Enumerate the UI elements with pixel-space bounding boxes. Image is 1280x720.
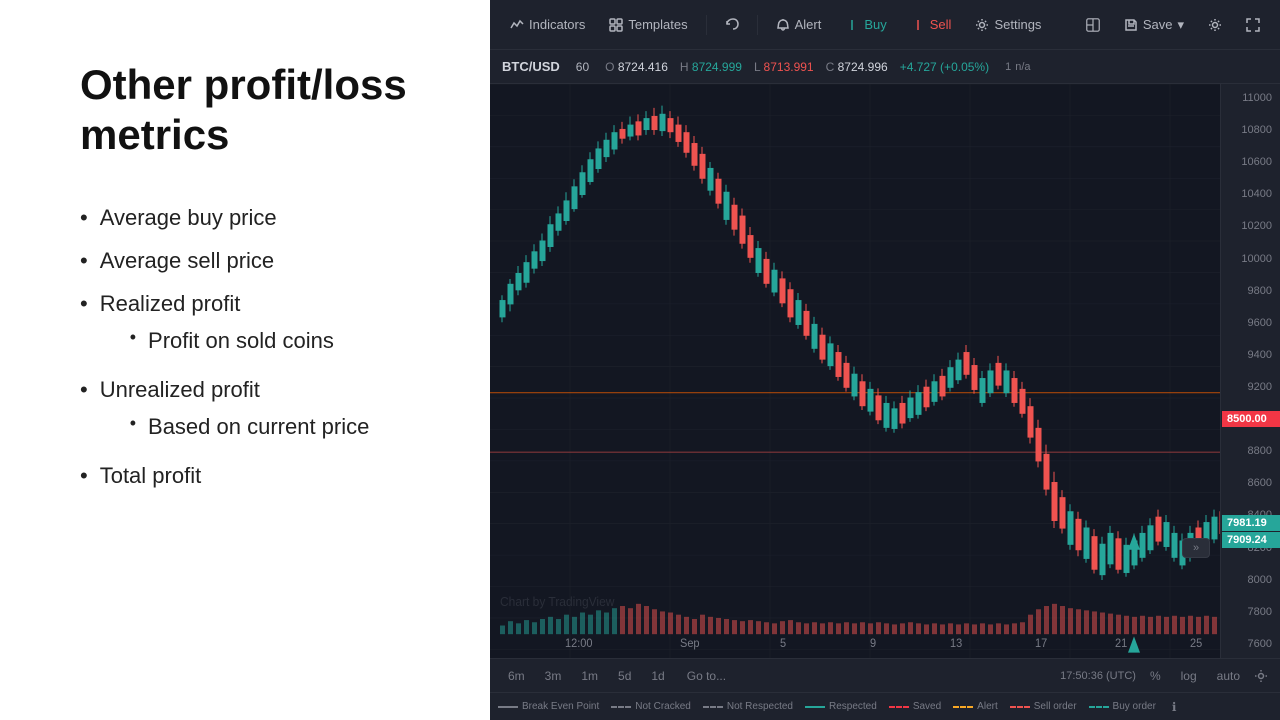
chart-svg: Chart by TradingView 12:00 Sep 5 9 13 17… xyxy=(490,84,1280,658)
y-axis: 11000 10800 10600 10400 10200 10000 9800… xyxy=(1220,84,1280,658)
list-item-realized: Realized profit Profit on sold coins xyxy=(80,287,440,363)
symbol-pair[interactable]: BTC/USD xyxy=(502,59,560,74)
symbol-bar: BTC/USD 60 O 8724.416 H 8724.999 L 8713.… xyxy=(490,50,1280,84)
timeframe-5d[interactable]: 5d xyxy=(612,667,637,685)
buy-button[interactable]: Buy xyxy=(835,11,896,38)
indicators-button[interactable]: Indicators xyxy=(500,11,595,38)
svg-text:Chart by TradingView: Chart by TradingView xyxy=(500,595,615,610)
svg-text:12:00: 12:00 xyxy=(565,638,593,650)
legend-line-sell-order xyxy=(1010,706,1030,708)
toolbar-right: Save ▾ xyxy=(1076,12,1270,38)
bottom-toolbar: 6m 3m 1m 5d 1d Go to... 17:50:36 (UTC) %… xyxy=(490,658,1280,692)
goto-button[interactable]: Go to... xyxy=(679,667,734,685)
templates-button[interactable]: Templates xyxy=(599,11,697,38)
log-button[interactable]: log xyxy=(1175,667,1203,685)
legend-line-not-cracked xyxy=(611,706,631,708)
expand-button[interactable]: » xyxy=(1182,538,1210,558)
bullet-list: Average buy price Average sell price Rea… xyxy=(80,201,440,502)
svg-text:9: 9 xyxy=(870,638,876,650)
auto-button[interactable]: auto xyxy=(1211,667,1246,685)
legend-line-buy-order xyxy=(1089,706,1109,708)
timeframe-1d[interactable]: 1d xyxy=(645,667,670,685)
bottom-legend: Break Even Point Not Cracked Not Respect… xyxy=(490,692,1280,720)
svg-text:21: 21 xyxy=(1115,638,1127,650)
legend-line-break-even xyxy=(498,706,518,708)
svg-text:Sep: Sep xyxy=(680,638,700,650)
price-label-green-1: 7981.19 xyxy=(1222,515,1280,531)
legend-respected: Respected xyxy=(805,701,877,712)
price-labels: O 8724.416 H 8724.999 L 8713.991 C 8724.… xyxy=(605,60,989,74)
symbol-timeframe: 60 xyxy=(576,60,589,74)
layout-button[interactable] xyxy=(1076,12,1110,38)
list-item-unrealized: Unrealized profit Based on current price xyxy=(80,373,440,449)
separator xyxy=(706,15,707,35)
legend-sell-order: Sell order xyxy=(1010,701,1077,712)
left-panel: Other profit/loss metrics Average buy pr… xyxy=(0,0,490,720)
percent-button[interactable]: % xyxy=(1144,667,1167,685)
svg-text:13: 13 xyxy=(950,638,962,650)
svg-text:25: 25 xyxy=(1190,638,1202,650)
legend-not-respected: Not Respected xyxy=(703,701,793,712)
list-item-current-price: Based on current price xyxy=(130,410,370,443)
legend-line-respected xyxy=(805,706,825,708)
timestamp: 17:50:36 (UTC) xyxy=(1060,670,1136,682)
chart-panel: Indicators Templates Ale xyxy=(490,0,1280,720)
separator2 xyxy=(757,15,758,35)
legend-line-not-respected xyxy=(703,706,723,708)
page-title: Other profit/loss metrics xyxy=(80,60,440,161)
legend-line-alert xyxy=(953,706,973,708)
list-item-avg-buy: Average buy price xyxy=(80,201,440,234)
sell-button[interactable]: Sell xyxy=(901,11,962,38)
list-item-avg-sell: Average sell price xyxy=(80,244,440,277)
list-item-profit-sold: Profit on sold coins xyxy=(130,324,334,357)
list-item-total-profit: Total profit xyxy=(80,459,440,492)
settings-bottom-icon xyxy=(1254,669,1268,683)
timeframe-3m[interactable]: 3m xyxy=(539,667,568,685)
legend-break-even: Break Even Point xyxy=(498,701,599,712)
chart-area[interactable]: Chart by TradingView 12:00 Sep 5 9 13 17… xyxy=(490,84,1280,658)
svg-text:17: 17 xyxy=(1035,638,1047,650)
gear-icon-button[interactable] xyxy=(1198,12,1232,38)
alert-button[interactable]: Alert xyxy=(766,11,832,38)
legend-line-saved xyxy=(889,706,909,708)
legend-saved: Saved xyxy=(889,701,941,712)
price-label-green-2: 7909.24 xyxy=(1222,532,1280,548)
bottom-right: 17:50:36 (UTC) % log auto xyxy=(1060,667,1268,685)
settings-button[interactable]: Settings xyxy=(965,11,1051,38)
save-button[interactable]: Save ▾ xyxy=(1114,12,1194,38)
timeframe-1m[interactable]: 1m xyxy=(575,667,604,685)
fullscreen-button[interactable] xyxy=(1236,12,1270,38)
legend-not-cracked: Not Cracked xyxy=(611,701,691,712)
timeframe-6m[interactable]: 6m xyxy=(502,667,531,685)
candle-controls: 1 n/a xyxy=(1005,61,1030,73)
info-icon[interactable]: ℹ xyxy=(1172,700,1177,714)
legend-buy-order: Buy order xyxy=(1089,701,1156,712)
svg-text:5: 5 xyxy=(780,638,786,650)
toolbar: Indicators Templates Ale xyxy=(490,0,1280,50)
price-label-red: 8500.00 xyxy=(1222,411,1280,427)
legend-alert: Alert xyxy=(953,701,998,712)
undo-button[interactable] xyxy=(715,12,749,38)
price-change: +4.727 (+0.05%) xyxy=(900,60,989,74)
